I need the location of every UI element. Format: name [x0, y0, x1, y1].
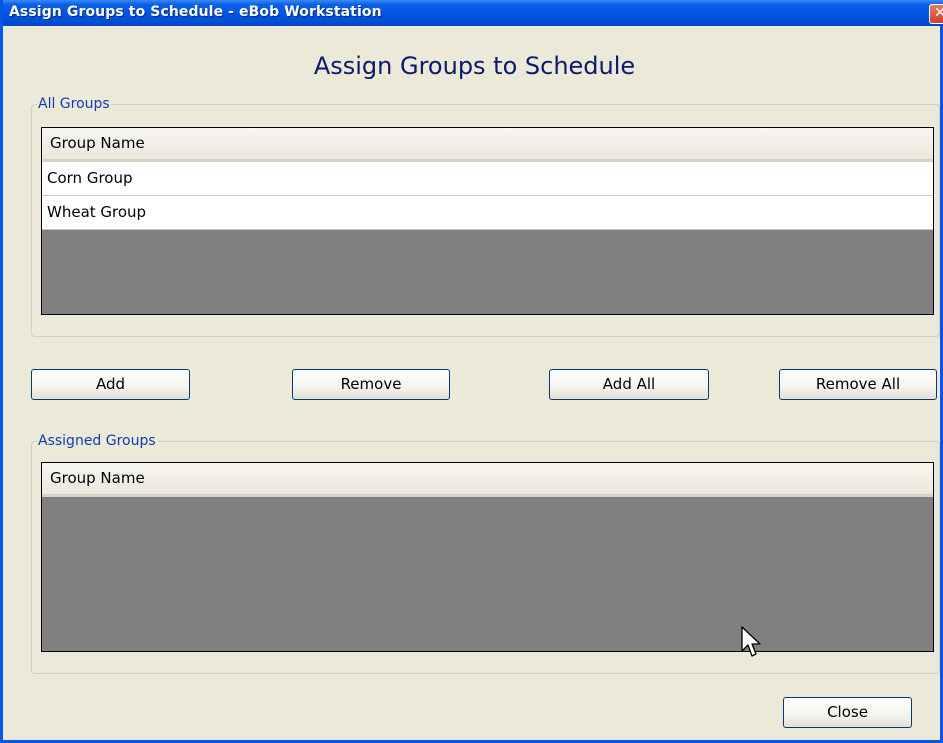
remove-button[interactable]: Remove — [292, 369, 450, 400]
page-title: Assign Groups to Schedule — [313, 52, 636, 80]
assigned-groups-grid[interactable]: Group Name — [41, 462, 934, 652]
add-all-button[interactable]: Add All — [549, 369, 709, 400]
table-row[interactable]: Corn Group — [42, 162, 933, 196]
dialog-window: Assign Groups to Schedule - eBob Worksta… — [0, 0, 943, 743]
assigned-groups-column-header[interactable]: Group Name — [42, 463, 933, 497]
mouse-cursor-icon — [741, 626, 761, 657]
all-groups-legend: All Groups — [37, 96, 111, 112]
close-icon[interactable]: ✕ — [929, 4, 943, 24]
remove-all-button[interactable]: Remove All — [779, 369, 937, 400]
close-button[interactable]: Close — [783, 697, 912, 728]
assigned-groups-legend: Assigned Groups — [37, 433, 157, 449]
all-groups-grid[interactable]: Group Name Corn Group Wheat Group — [41, 127, 934, 315]
add-button[interactable]: Add — [31, 369, 190, 400]
all-groups-column-header[interactable]: Group Name — [42, 128, 933, 162]
window-title: Assign Groups to Schedule - eBob Worksta… — [9, 4, 382, 20]
title-bar[interactable]: Assign Groups to Schedule - eBob Worksta… — [3, 0, 943, 26]
table-row[interactable]: Wheat Group — [42, 196, 933, 230]
